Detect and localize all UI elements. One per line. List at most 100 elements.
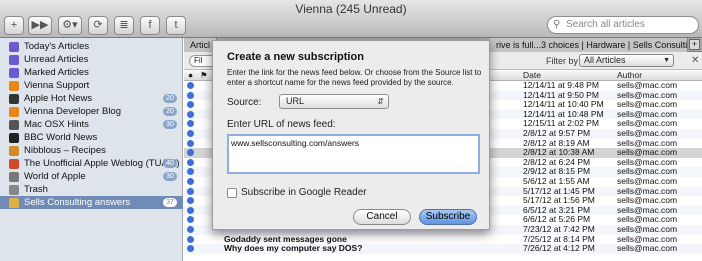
article-row[interactable]: Why does my computer say DOS? 7/26/12 at … [184, 244, 702, 254]
url-label: Enter URL of news feed: [227, 119, 336, 130]
article-subject: Why does my computer say DOS? [224, 243, 363, 254]
unread-dot-icon[interactable] [187, 245, 194, 253]
source-select[interactable]: URL ⇵ [279, 94, 389, 109]
feed-icon [9, 42, 19, 52]
sidebar-item-label: Vienna Support [24, 80, 90, 91]
source-value: URL [286, 96, 305, 106]
facebook-button[interactable]: f [140, 16, 160, 35]
feed-icon [9, 81, 19, 91]
feed-icon [9, 94, 19, 104]
unread-dot-icon[interactable] [187, 206, 194, 214]
dialog-description: Enter the link for the news feed below. … [227, 68, 482, 87]
search-input[interactable]: ⚲ Search all articles [547, 16, 699, 34]
subscribe-button[interactable]: Subscribe [419, 209, 477, 225]
unread-dot-icon[interactable] [187, 91, 194, 99]
window-title: Vienna (245 Unread) [295, 2, 407, 16]
window-titlebar: Vienna (245 Unread) + ▶▶ ⚙▾ ⟳ ≣ f t ⚲ Se… [0, 0, 702, 38]
sidebar-item[interactable]: BBC World News [0, 131, 183, 144]
folder-sidebar: Today's Articles Unread Articles Marked Ar… [0, 38, 183, 261]
unread-dot-icon[interactable] [187, 139, 194, 147]
unread-dot-icon[interactable] [187, 120, 194, 128]
feed-icon [9, 133, 19, 143]
sidebar-item-label: World of Apple [24, 171, 86, 182]
search-placeholder: Search all articles [566, 19, 645, 30]
skip-unread-button[interactable]: ▶▶ [28, 16, 52, 35]
unread-count-badge: 30 [163, 172, 177, 181]
sidebar-item[interactable]: World of Apple 30 [0, 170, 183, 183]
sidebar-item-label: Marked Articles [24, 67, 89, 78]
unread-dot-icon[interactable] [187, 216, 194, 224]
new-subscription-dialog: Create a new subscription Enter the link… [212, 40, 490, 230]
sidebar-item-label: The Unofficial Apple Weblog (TUAW) [24, 158, 180, 169]
unread-dot-icon[interactable] [187, 235, 194, 243]
sidebar-item[interactable]: Apple Hot News 20 [0, 92, 183, 105]
feed-icon [9, 146, 19, 156]
filter-select[interactable]: All Articles ▼ [579, 54, 674, 67]
chevron-updown-icon: ⇵ [377, 97, 384, 106]
sidebar-item-label: Vienna Developer Blog [24, 106, 122, 117]
sidebar-item[interactable]: Vienna Support [0, 79, 183, 92]
action-menu-button[interactable]: ⚙▾ [58, 16, 82, 35]
sidebar-item-label: Mac OSX Hints [24, 119, 89, 130]
sidebar-item[interactable]: Nibblous – Recipes [0, 144, 183, 157]
unread-count-badge: 30 [163, 120, 177, 129]
unread-dot-icon[interactable] [187, 158, 194, 166]
unread-dot-icon[interactable] [187, 187, 194, 195]
sidebar-item[interactable]: Trash [0, 183, 183, 196]
unread-dot-icon[interactable] [187, 110, 194, 118]
tab-article-page[interactable]: rive is full...3 choices | Hardware | Se… [490, 38, 688, 52]
feed-icon [9, 172, 19, 182]
filter-label: Filter by [546, 56, 579, 66]
unread-dot-icon[interactable] [187, 130, 194, 137]
sidebar-item-label: Nibblous – Recipes [24, 145, 106, 156]
url-field[interactable]: www.sellsconsulting.com/answers [227, 134, 480, 174]
source-label: Source: [227, 97, 262, 108]
new-tab-icon[interactable]: + [689, 39, 700, 50]
feed-icon [9, 185, 19, 195]
unread-dot-icon[interactable] [187, 226, 194, 233]
sidebar-item-label: Sells Consulting answers [24, 197, 131, 208]
flag-column-icon[interactable]: ⚑ [200, 70, 208, 81]
sidebar-item[interactable]: Vienna Developer Blog 20 [0, 105, 183, 118]
unread-count-badge: 40 [163, 159, 177, 168]
feed-icon [9, 107, 19, 117]
article-author: sells@mac.com [617, 243, 678, 254]
sidebar-item[interactable]: Today's Articles [0, 40, 183, 53]
feed-icon [9, 159, 19, 169]
unread-count-badge: 37 [163, 198, 177, 207]
add-subscription-button[interactable]: + [4, 16, 24, 35]
dialog-title: Create a new subscription [227, 51, 364, 63]
sidebar-item-label: Unread Articles [24, 54, 89, 65]
feed-icon [9, 68, 19, 78]
sidebar-item[interactable]: Marked Articles [0, 66, 183, 79]
unread-dot-icon[interactable] [187, 178, 194, 185]
twitter-button[interactable]: t [166, 16, 186, 35]
article-date: 7/26/12 at 4:12 PM [523, 243, 595, 254]
sidebar-item-label: Apple Hot News [24, 93, 93, 104]
feed-icon [9, 198, 19, 208]
read-column-icon[interactable]: ● [188, 70, 193, 81]
sidebar-item[interactable]: Sells Consulting answers 37 [0, 196, 183, 209]
styles-button[interactable]: ≣ [114, 16, 134, 35]
sidebar-item[interactable]: The Unofficial Apple Weblog (TUAW) 40 [0, 157, 183, 170]
unread-dot-icon[interactable] [187, 149, 194, 157]
unread-count-badge: 20 [163, 107, 177, 116]
article-search-text: Fil [194, 56, 203, 65]
sidebar-item-label: BBC World News [24, 132, 98, 143]
chevron-down-icon: ▼ [663, 57, 670, 64]
unread-dot-icon[interactable] [187, 101, 194, 109]
google-reader-checkbox[interactable] [227, 188, 237, 198]
cancel-button[interactable]: Cancel [353, 209, 411, 225]
feed-icon [9, 120, 19, 130]
refresh-button[interactable]: ⟳ [88, 16, 108, 35]
sidebar-item[interactable]: Mac OSX Hints 30 [0, 118, 183, 131]
unread-dot-icon[interactable] [187, 82, 194, 89]
filter-value: All Articles [584, 55, 626, 65]
unread-dot-icon[interactable] [187, 168, 194, 176]
sidebar-item[interactable]: Unread Articles [0, 53, 183, 66]
sidebar-item-label: Today's Articles [24, 41, 90, 52]
unread-dot-icon[interactable] [187, 197, 194, 205]
unread-count-badge: 20 [163, 94, 177, 103]
close-icon[interactable]: ✕ [691, 55, 699, 66]
search-icon: ⚲ [553, 19, 561, 30]
